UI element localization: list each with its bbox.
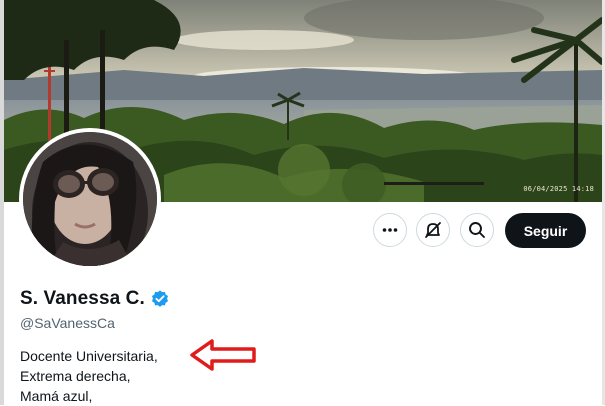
display-name: S. Vanessa C. bbox=[20, 288, 145, 309]
follow-button[interactable]: Seguir bbox=[505, 213, 586, 248]
verified-badge-icon[interactable] bbox=[150, 289, 170, 309]
banner-timestamp: 06/04/2025 14:18 bbox=[523, 185, 594, 193]
profile-bio: Docente Universitaria, Extrema derecha, … bbox=[20, 346, 158, 406]
search-icon bbox=[469, 222, 485, 238]
bio-line: Mamá azul, bbox=[20, 388, 93, 404]
search-button[interactable] bbox=[460, 213, 494, 247]
avatar-photo bbox=[23, 132, 157, 266]
avatar[interactable] bbox=[19, 128, 161, 270]
notifications-button[interactable] bbox=[416, 213, 450, 247]
more-options-button[interactable] bbox=[373, 213, 407, 247]
bio-line: Extrema derecha, bbox=[20, 368, 131, 384]
more-horizontal-icon bbox=[382, 228, 398, 232]
red-arrow-left-icon bbox=[190, 339, 256, 371]
profile-name-row: S. Vanessa C. bbox=[20, 288, 170, 310]
user-handle: @SaVanessCa bbox=[20, 315, 115, 331]
block-notifications-icon bbox=[425, 222, 441, 238]
bio-line: Docente Universitaria, bbox=[20, 348, 158, 364]
